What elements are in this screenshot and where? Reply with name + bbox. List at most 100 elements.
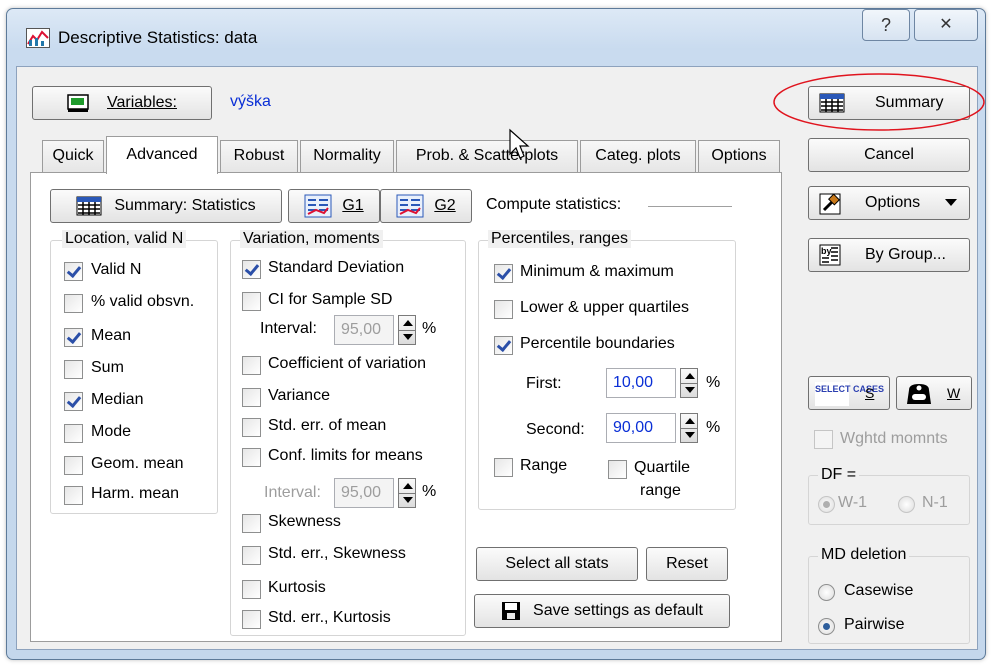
median-label: Median <box>91 391 144 408</box>
se-skewness-label: Std. err., Skewness <box>268 545 406 562</box>
mode-checkbox[interactable] <box>64 424 83 443</box>
statistics-app-icon <box>26 28 50 48</box>
close-button[interactable]: ✕ <box>914 9 978 41</box>
df-n1-label: N-1 <box>922 494 948 511</box>
by-group-button[interactable]: by By Group... <box>808 238 970 272</box>
tab-categ-plots[interactable]: Categ. plots <box>580 140 696 172</box>
tab-options[interactable]: Options <box>698 140 780 172</box>
graph-grid-icon <box>396 194 424 218</box>
options-menu-button[interactable]: Options <box>808 186 970 220</box>
ci-sd-percent: % <box>422 320 437 337</box>
ci-sd-checkbox[interactable] <box>242 292 261 311</box>
se-mean-label: Std. err. of mean <box>268 417 387 434</box>
coef-var-label: Coefficient of variation <box>268 355 427 372</box>
first-percentile-spinner[interactable] <box>680 368 698 398</box>
help-button[interactable]: ? <box>862 9 910 41</box>
weight-key: W <box>947 385 961 401</box>
weight-button[interactable]: W <box>896 376 972 410</box>
mean-label: Mean <box>91 327 132 344</box>
kurtosis-checkbox[interactable] <box>242 580 261 599</box>
casewise-radio[interactable] <box>818 584 835 601</box>
variables-button-label: Variables: <box>107 94 177 111</box>
select-cases-key: S <box>865 385 875 401</box>
kurtosis-label: Kurtosis <box>268 579 326 596</box>
quartile-range-label-1: Quartile <box>634 459 691 476</box>
harm-mean-label: Harm. mean <box>91 485 180 502</box>
by-group-label: By Group... <box>865 246 946 263</box>
range-label: Range <box>520 457 568 474</box>
first-percent: % <box>706 374 721 391</box>
reset-button[interactable]: Reset <box>646 547 728 581</box>
tab-advanced[interactable]: Advanced <box>106 136 218 174</box>
percent-valid-checkbox[interactable] <box>64 294 83 313</box>
second-label: Second: <box>526 421 585 438</box>
mouse-cursor-icon <box>509 128 530 159</box>
weighted-moments-checkbox[interactable] <box>814 430 833 449</box>
ci-sd-interval-spinner[interactable] <box>398 315 416 345</box>
summary-table-icon <box>76 196 102 216</box>
save-settings-default-button[interactable]: Save settings as default <box>474 594 730 628</box>
tab-quick[interactable]: Quick <box>42 140 104 172</box>
weighted-moments-label: Wghtd momnts <box>840 430 948 447</box>
quartile-range-checkbox[interactable] <box>608 460 627 479</box>
quartiles-checkbox[interactable] <box>494 300 513 319</box>
tab-normality[interactable]: Normality <box>300 140 394 172</box>
se-kurtosis-label: Std. err., Kurtosis <box>268 609 391 626</box>
ci-sd-label: CI for Sample SD <box>268 291 393 308</box>
tab-prob-scatterplots[interactable]: Prob. & Scatterplots <box>396 140 578 172</box>
window-title: Descriptive Statistics: data <box>58 28 258 47</box>
se-kurtosis-checkbox[interactable] <box>242 610 261 629</box>
geom-mean-checkbox[interactable] <box>64 456 83 475</box>
g1-label: G1 <box>342 197 364 214</box>
skewness-label: Skewness <box>268 513 341 530</box>
conf-limits-checkbox[interactable] <box>242 448 261 467</box>
median-checkbox[interactable] <box>64 392 83 411</box>
second-percentile-spinner[interactable] <box>680 413 698 443</box>
second-percentile-input[interactable]: 90,00 <box>606 413 676 443</box>
weight-icon <box>907 384 931 404</box>
se-skewness-checkbox[interactable] <box>242 546 261 565</box>
variance-checkbox[interactable] <box>242 388 261 407</box>
g1-graph-button[interactable]: G1 <box>288 189 380 223</box>
variables-button[interactable]: Variables: <box>32 86 212 120</box>
select-cases-icon: SELECT CASES <box>815 382 884 406</box>
std-dev-checkbox[interactable] <box>242 260 261 279</box>
percentile-boundaries-checkbox[interactable] <box>494 336 513 355</box>
conf-limits-interval-spinner[interactable] <box>398 478 416 508</box>
coef-var-checkbox[interactable] <box>242 356 261 375</box>
selected-variable: výška <box>230 93 271 110</box>
conf-limits-percent: % <box>422 483 437 500</box>
cancel-button[interactable]: Cancel <box>808 138 970 172</box>
dropdown-arrow-icon <box>945 199 957 206</box>
first-percentile-input[interactable]: 10,00 <box>606 368 676 398</box>
compute-divider <box>648 206 732 207</box>
sum-label: Sum <box>91 359 124 376</box>
variables-icon <box>67 94 89 112</box>
percentile-boundaries-label: Percentile boundaries <box>520 335 675 352</box>
df-w1-label: W-1 <box>838 494 868 511</box>
harm-mean-checkbox[interactable] <box>64 486 83 505</box>
sum-checkbox[interactable] <box>64 360 83 379</box>
mean-checkbox[interactable] <box>64 328 83 347</box>
std-dev-label: Standard Deviation <box>268 259 405 276</box>
conf-limits-interval-label: Interval: <box>264 484 321 501</box>
summary-statistics-button[interactable]: Summary: Statistics <box>50 189 282 223</box>
se-mean-checkbox[interactable] <box>242 418 261 437</box>
conf-limits-interval-input[interactable]: 95,00 <box>334 478 394 508</box>
save-settings-default-label: Save settings as default <box>533 602 703 619</box>
select-cases-button[interactable]: SELECT CASES S <box>808 376 890 410</box>
pairwise-radio[interactable] <box>818 618 835 635</box>
ci-sd-interval-input[interactable]: 95,00 <box>334 315 394 345</box>
df-n1-radio[interactable] <box>898 496 915 513</box>
range-checkbox[interactable] <box>494 458 513 477</box>
df-w1-radio[interactable] <box>818 496 835 513</box>
g2-graph-button[interactable]: G2 <box>380 189 472 223</box>
valid-n-checkbox[interactable] <box>64 262 83 281</box>
conf-limits-label: Conf. limits for means <box>268 447 423 464</box>
select-all-stats-button[interactable]: Select all stats <box>476 547 638 581</box>
minmax-checkbox[interactable] <box>494 264 513 283</box>
skewness-checkbox[interactable] <box>242 514 261 533</box>
g2-label: G2 <box>434 197 456 214</box>
tab-robust[interactable]: Robust <box>220 140 298 172</box>
options-button-label: Options <box>865 194 921 211</box>
